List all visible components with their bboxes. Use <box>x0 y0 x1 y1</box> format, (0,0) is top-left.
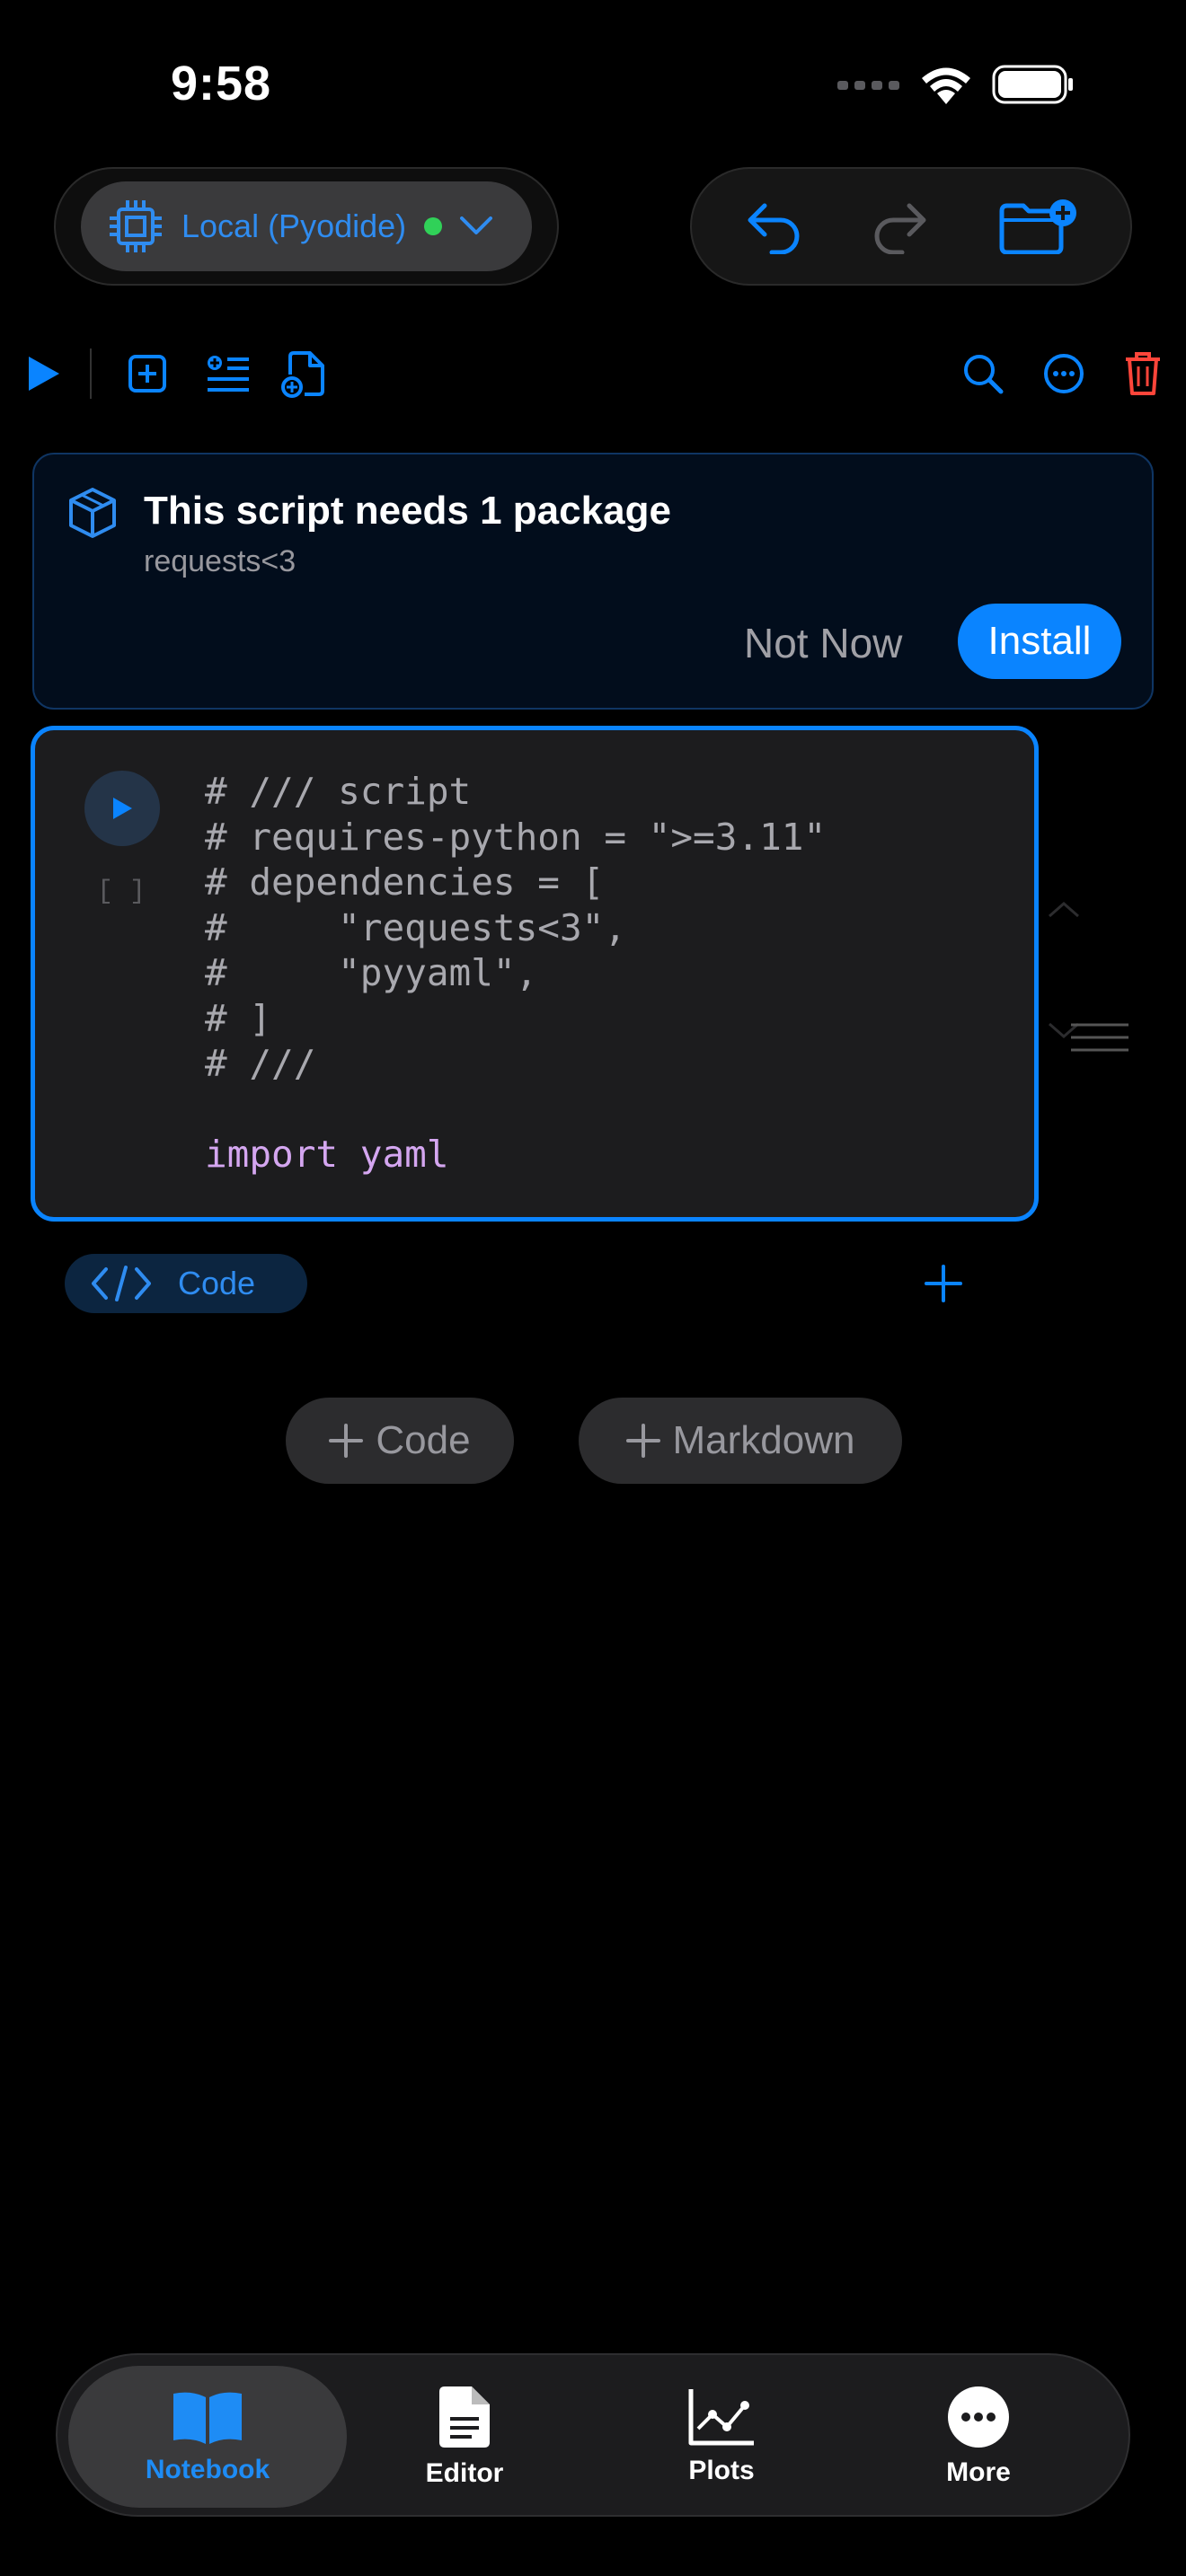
cell-type-selector[interactable]: Code <box>65 1254 307 1313</box>
undo-button[interactable] <box>745 198 802 254</box>
run-all-button[interactable] <box>18 338 68 410</box>
not-now-button[interactable]: Not Now <box>744 607 902 679</box>
execution-count: [ ] <box>97 877 146 907</box>
plus-icon <box>329 1424 364 1458</box>
add-code-label: Code <box>376 1418 471 1462</box>
drag-handle-icon[interactable] <box>1069 1022 1130 1053</box>
play-icon <box>29 357 59 391</box>
cpu-chip-icon <box>110 200 162 252</box>
insert-cell-below-button[interactable] <box>918 1254 969 1313</box>
search-button[interactable] <box>958 338 1008 410</box>
redo-button[interactable] <box>872 198 929 254</box>
code-line: import yaml <box>205 1133 449 1176</box>
package-icon <box>69 488 116 538</box>
book-icon <box>173 2392 242 2444</box>
plus-square-icon <box>128 355 166 393</box>
run-cell-button[interactable] <box>84 771 160 846</box>
code-line: # "pyyaml", <box>205 951 538 994</box>
tab-plots[interactable]: Plots <box>582 2366 861 2508</box>
cellular-signal-icon <box>837 81 899 90</box>
plus-icon <box>625 1424 660 1458</box>
trash-icon <box>1126 352 1160 395</box>
code-line: # dependencies = [ <box>205 860 605 904</box>
insert-list-button[interactable] <box>203 338 253 410</box>
code-line: # "requests<3", <box>205 905 626 949</box>
runtime-label: Local (Pyodide) <box>181 207 407 244</box>
delete-button[interactable] <box>1118 338 1168 410</box>
chevron-down-icon <box>460 216 493 234</box>
add-cell-button[interactable] <box>122 338 173 410</box>
battery-icon <box>992 65 1073 104</box>
tab-editor[interactable]: Editor <box>325 2366 604 2508</box>
tab-label: Notebook <box>145 2455 270 2484</box>
undo-icon <box>748 203 800 254</box>
play-icon <box>113 798 132 819</box>
toolbar-divider <box>90 348 92 399</box>
add-code-cell-button[interactable]: Code <box>286 1398 514 1484</box>
history-actions <box>690 167 1132 286</box>
list-plus-icon <box>208 356 249 392</box>
code-line: # /// script <box>205 770 472 813</box>
ellipsis-icon <box>948 2386 1009 2448</box>
banner-title: This script needs 1 package <box>144 489 671 533</box>
redo-icon <box>874 203 926 254</box>
tab-bar: Notebook Editor Plots More <box>56 2353 1130 2517</box>
chevron-up-icon <box>1049 902 1079 918</box>
chart-icon <box>688 2389 754 2446</box>
document-icon <box>439 2386 490 2448</box>
wifi-icon <box>922 67 970 104</box>
runtime-status-dot <box>424 217 443 235</box>
cell-type-label: Code <box>178 1265 256 1301</box>
code-brackets-icon <box>92 1266 151 1301</box>
code-line: # /// <box>205 1042 316 1085</box>
status-time: 9:58 <box>171 57 272 110</box>
more-options-button[interactable] <box>1039 338 1089 410</box>
code-line: # ] <box>205 996 272 1040</box>
install-button[interactable]: Install <box>958 604 1121 679</box>
folder-plus-icon <box>999 199 1077 254</box>
ellipsis-circle-icon <box>1044 354 1084 393</box>
plus-icon <box>925 1265 962 1302</box>
add-markdown-cell-button[interactable]: Markdown <box>579 1398 902 1484</box>
tab-label: More <box>946 2457 1011 2487</box>
new-folder-button[interactable] <box>998 198 1077 254</box>
new-file-button[interactable] <box>279 338 329 410</box>
code-editor[interactable]: # /// script # requires-python = ">=3.11"… <box>205 769 826 1178</box>
status-icons <box>837 65 1075 104</box>
tab-notebook[interactable]: Notebook <box>68 2366 347 2508</box>
code-line: # requires-python = ">=3.11" <box>205 815 827 859</box>
add-markdown-label: Markdown <box>672 1418 855 1462</box>
notebook-toolbar <box>0 338 1186 410</box>
tab-label: Editor <box>425 2458 504 2488</box>
tab-label: Plots <box>688 2456 755 2485</box>
tab-more[interactable]: More <box>839 2366 1118 2508</box>
banner-package-name: requests<3 <box>144 544 296 578</box>
runtime-selector[interactable]: Local (Pyodide) <box>81 181 532 271</box>
document-plus-icon <box>281 351 324 398</box>
search-icon <box>964 355 1004 394</box>
